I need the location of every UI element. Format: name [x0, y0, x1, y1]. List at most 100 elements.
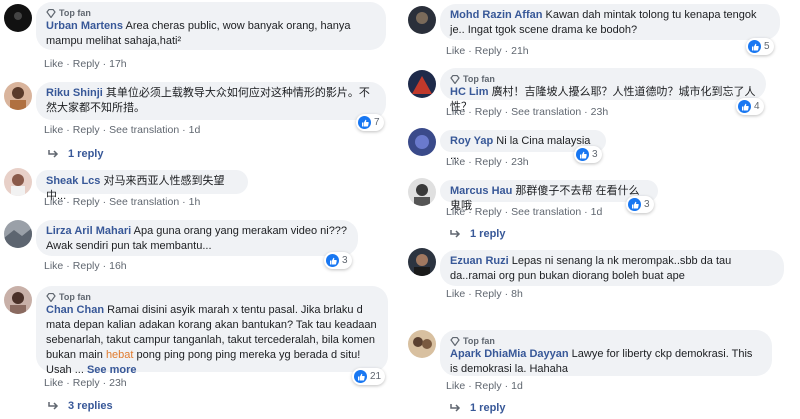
comment-author[interactable]: Urban Martens [46, 20, 123, 32]
reply-link[interactable]: Reply [73, 196, 100, 208]
like-link[interactable]: Like [44, 58, 63, 70]
reply-arrow-icon [48, 150, 59, 158]
like-link[interactable]: Like [44, 260, 63, 272]
view-replies-link[interactable]: 1 reply [450, 228, 505, 240]
reply-link[interactable]: Reply [73, 260, 100, 272]
see-translation-link[interactable]: See translation [511, 206, 581, 218]
top-fan-badge: Top fan [450, 73, 756, 85]
reaction-count[interactable]: 7 [356, 114, 384, 131]
view-replies-link[interactable]: 1 reply [48, 148, 103, 160]
comment-timestamp[interactable]: 23h [109, 377, 127, 389]
comment-author[interactable]: HC Lim [450, 86, 489, 98]
comment-author[interactable]: Sheak Lcs [46, 175, 100, 187]
reply-link[interactable]: Reply [475, 106, 502, 118]
reply-link[interactable]: Reply [475, 45, 502, 57]
like-link[interactable]: Like [446, 288, 465, 300]
comment-timestamp[interactable]: 21h [511, 45, 529, 57]
avatar-image [408, 330, 436, 358]
avatar[interactable] [408, 248, 436, 276]
comment-author[interactable]: Chan Chan [46, 304, 104, 316]
reply-link[interactable]: Reply [475, 206, 502, 218]
avatar[interactable] [4, 4, 32, 32]
top-fan-badge: Top fan [46, 7, 376, 19]
view-replies-link[interactable]: 3 replies [48, 400, 113, 412]
comment-timestamp[interactable]: 23h [591, 106, 609, 118]
comment-author[interactable]: Apark DhiaMia Dayyan [450, 348, 569, 360]
reply-arrow-icon [450, 230, 461, 238]
reaction-count[interactable]: 21 [352, 368, 386, 385]
reaction-count[interactable]: 3 [324, 252, 352, 269]
comment-timestamp[interactable]: 1d [591, 206, 603, 218]
comment-bubble: Sheak Lcs 对马来西亚人性感到失望中... [36, 170, 248, 202]
reply-link[interactable]: Reply [73, 124, 100, 136]
avatar[interactable] [4, 286, 32, 314]
comment-item: Top fan Urban Martens Area cheras public… [0, 0, 400, 70]
comment-bubble: Riku Shinji 其单位必须上载教导大众如何应对这种情形的影片。不然大家都… [36, 82, 386, 120]
avatar[interactable] [408, 128, 436, 156]
reply-arrow-icon [450, 404, 461, 412]
comment-bubble: Top fan Chan Chan Ramai disini asyik mar… [36, 286, 388, 376]
avatar-image [4, 220, 32, 248]
avatar[interactable] [408, 6, 436, 34]
avatar-image [408, 178, 436, 206]
like-link[interactable]: Like [446, 156, 465, 168]
avatar[interactable] [4, 82, 32, 110]
see-translation-link[interactable]: See translation [109, 196, 179, 208]
diamond-icon [46, 292, 56, 302]
reaction-count[interactable]: 3 [626, 196, 654, 213]
view-replies-link[interactable]: 1 reply [450, 402, 505, 414]
avatar[interactable] [408, 70, 436, 98]
comment-author[interactable]: Mohd Razin Affan [450, 9, 542, 21]
see-translation-link[interactable]: See translation [511, 106, 581, 118]
comment-timestamp[interactable]: 23h [511, 156, 529, 168]
comment-author[interactable]: Roy Yap [450, 135, 493, 147]
reply-link[interactable]: Reply [73, 58, 100, 70]
avatar-image [408, 248, 436, 276]
see-translation-link[interactable]: See translation [109, 124, 179, 136]
comment-author[interactable]: Ezuan Ruzi [450, 255, 509, 267]
comment-actions: Like · Reply · See translation · 1d [44, 124, 201, 136]
like-link[interactable]: Like [44, 196, 63, 208]
comment-actions: Like · Reply · 23h [44, 377, 127, 389]
reaction-count[interactable]: 3 [574, 146, 602, 163]
reply-link[interactable]: Reply [475, 288, 502, 300]
comment-actions: Like · Reply · See translation · 1d [446, 206, 603, 218]
comment-bubble: Top fan Urban Martens Area cheras public… [36, 2, 386, 50]
comment-timestamp[interactable]: 1d [189, 124, 201, 136]
comment-timestamp[interactable]: 1h [189, 196, 201, 208]
like-link[interactable]: Like [446, 45, 465, 57]
comment-timestamp[interactable]: 17h [109, 58, 127, 70]
comment-author[interactable]: Riku Shinji [46, 87, 103, 99]
comment-author[interactable]: Marcus Hau [450, 185, 512, 197]
like-link[interactable]: Like [44, 124, 63, 136]
comment-timestamp[interactable]: 1d [511, 380, 523, 392]
reply-link[interactable]: Reply [73, 377, 100, 389]
hashtag-link[interactable]: hebat [106, 349, 134, 361]
comment-item: Sheak Lcs 对马来西亚人性感到失望中... Like · Reply · S… [0, 166, 400, 214]
thumbs-up-icon [576, 148, 589, 161]
avatar[interactable] [4, 220, 32, 248]
see-more-link[interactable]: See more [87, 364, 137, 376]
thumbs-up-icon [354, 370, 367, 383]
comment-actions: Like · Reply · 21h [446, 45, 529, 57]
like-link[interactable]: Like [44, 377, 63, 389]
diamond-icon [46, 8, 56, 18]
like-link[interactable]: Like [446, 206, 465, 218]
reaction-count[interactable]: 4 [736, 98, 764, 115]
comment-timestamp[interactable]: 16h [109, 260, 127, 272]
comment-item: Top fan Chan Chan Ramai disini asyik mar… [0, 282, 400, 419]
top-fan-badge: Top fan [450, 335, 762, 347]
comment-bubble: Lirza Aril Mahari Apa guna orang yang me… [36, 220, 358, 256]
comment-timestamp[interactable]: 8h [511, 288, 523, 300]
comment-author[interactable]: Lirza Aril Mahari [46, 225, 131, 237]
avatar[interactable] [4, 168, 32, 196]
comment-actions: Like · Reply · 16h [44, 260, 127, 272]
reply-link[interactable]: Reply [475, 156, 502, 168]
like-link[interactable]: Like [446, 106, 465, 118]
avatar[interactable] [408, 178, 436, 206]
avatar[interactable] [408, 330, 436, 358]
reaction-count[interactable]: 5 [746, 38, 774, 55]
avatar-image [4, 82, 32, 110]
reply-link[interactable]: Reply [475, 380, 502, 392]
like-link[interactable]: Like [446, 380, 465, 392]
